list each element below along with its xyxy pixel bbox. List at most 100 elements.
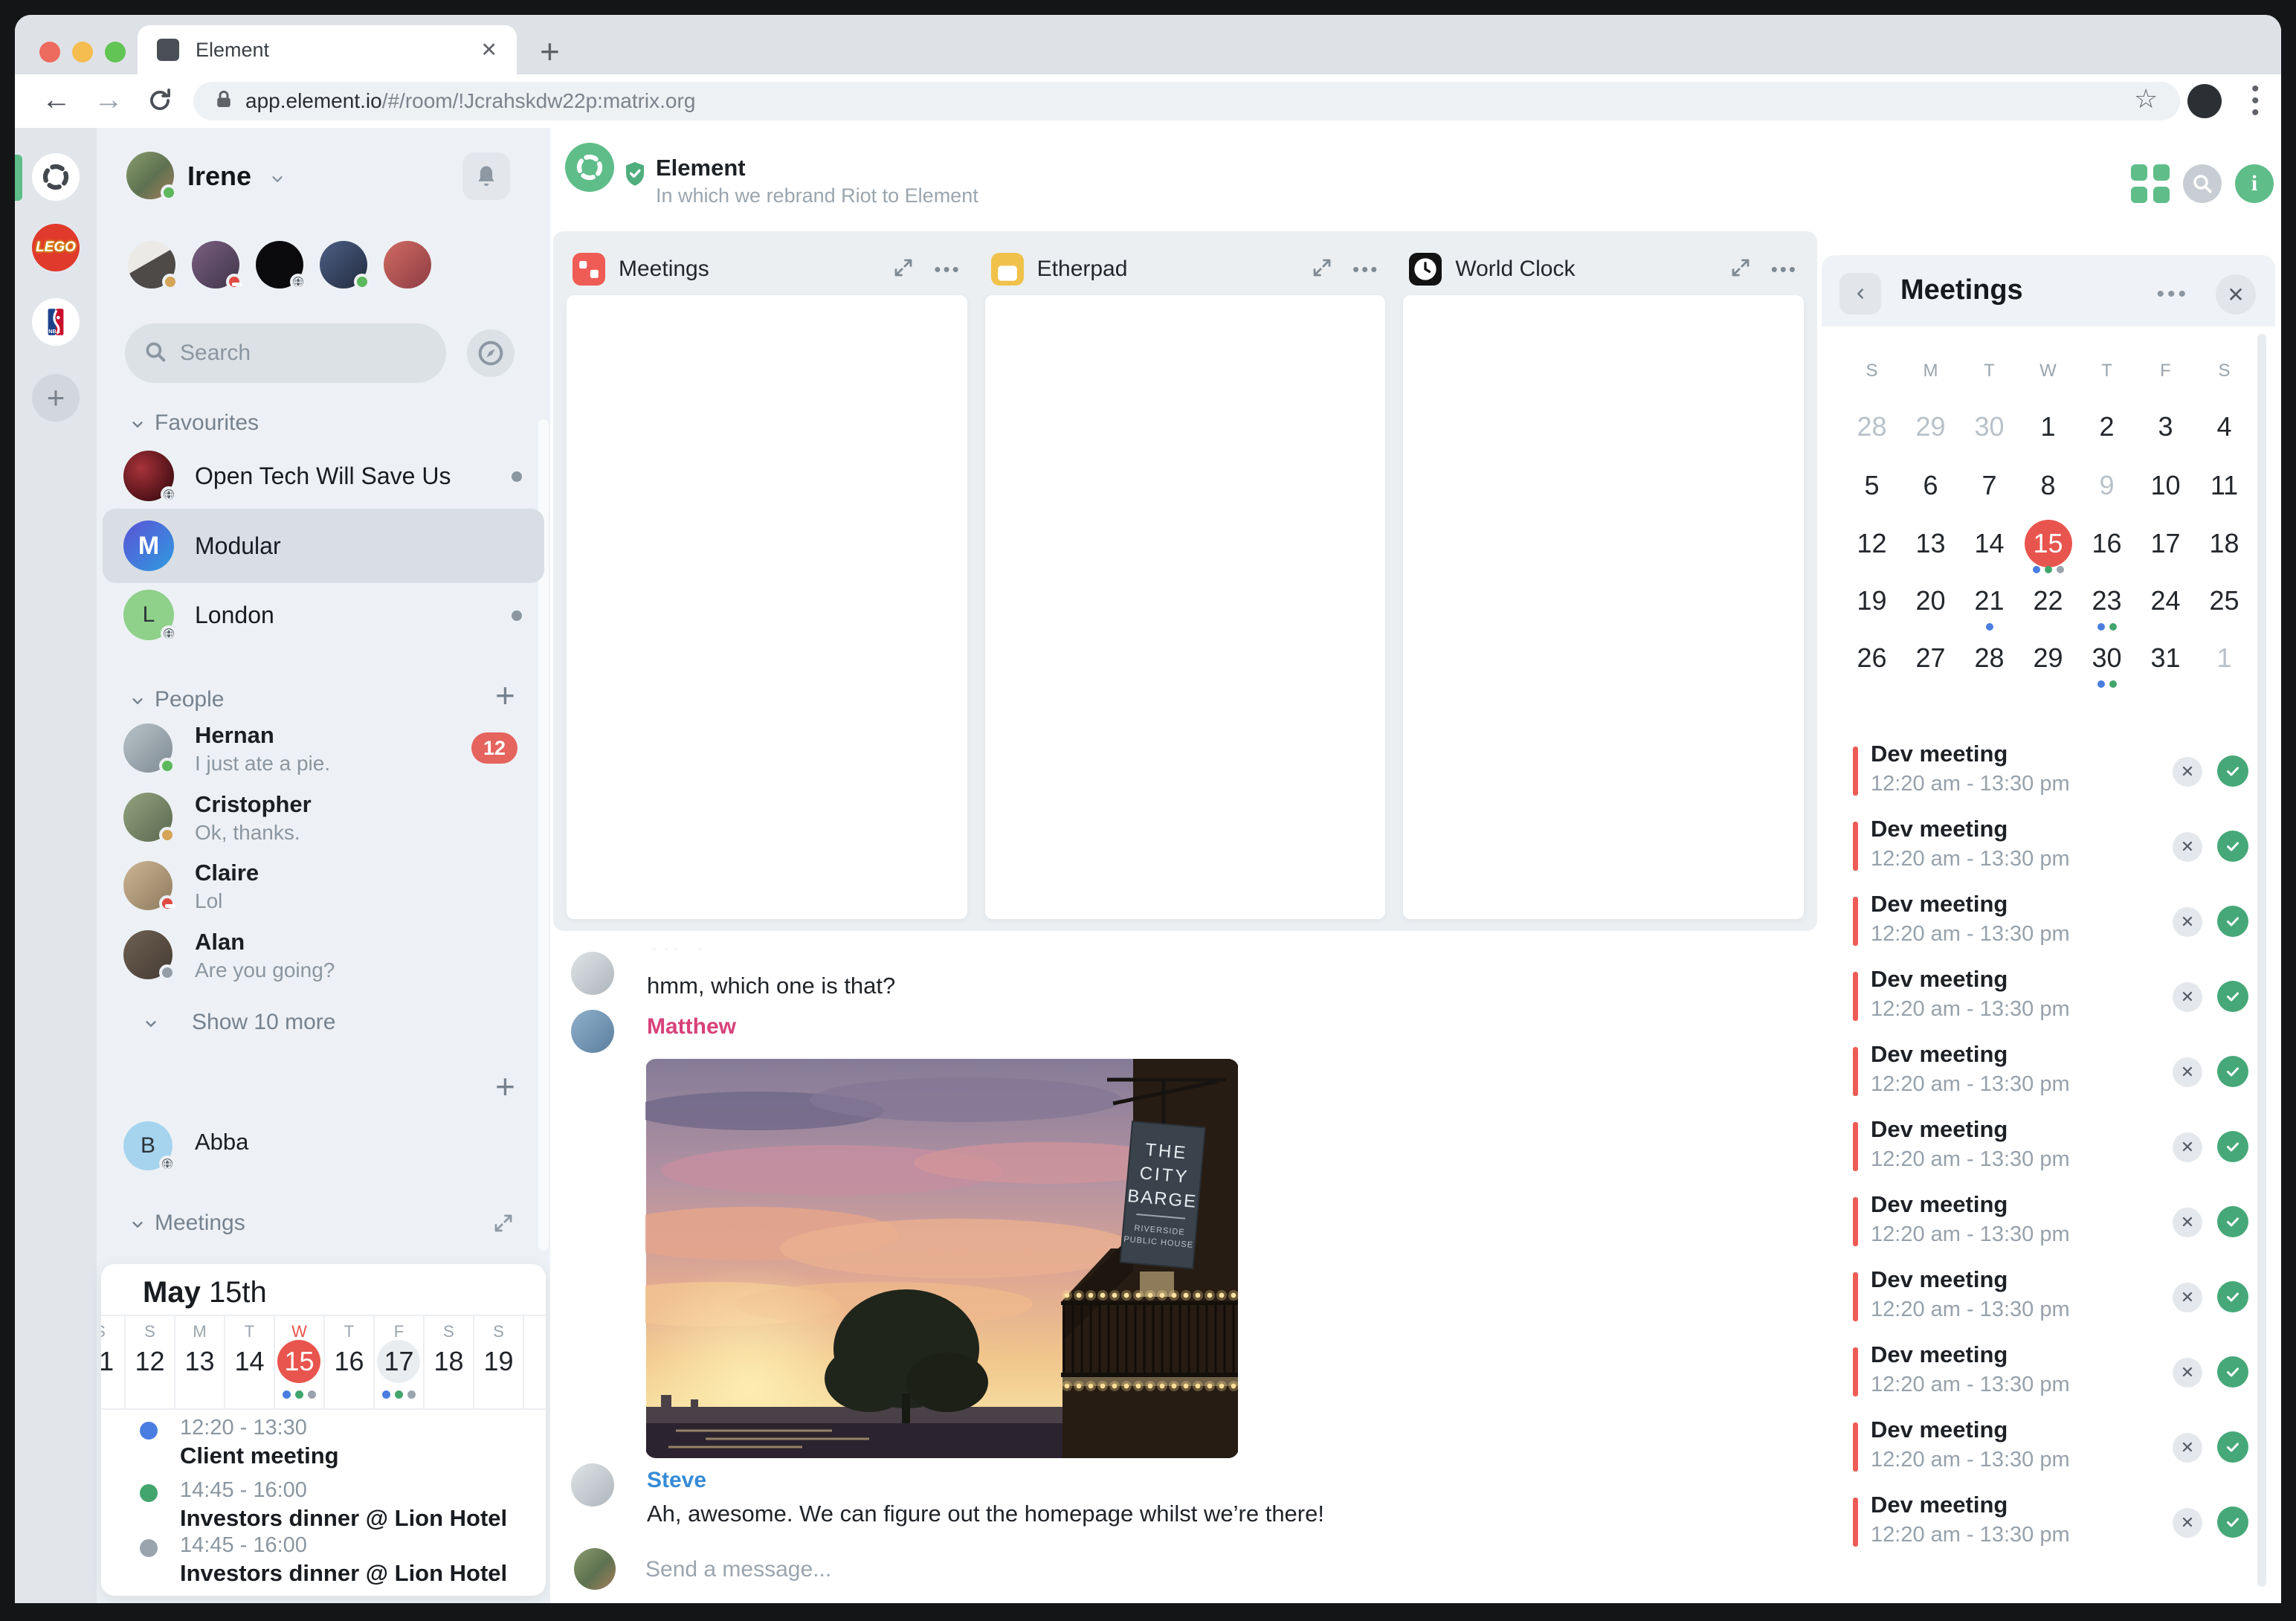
calendar-day-cell[interactable]: 4 <box>2195 397 2254 456</box>
calendar-day-cell[interactable]: 24 <box>2136 571 2195 630</box>
calendar-day-cell[interactable]: 15 <box>2019 514 2077 573</box>
apps-grid-button[interactable] <box>2131 164 2170 203</box>
panel-close-button[interactable]: ✕ <box>2216 274 2256 315</box>
widget-menu-icon[interactable]: ••• <box>1352 258 1379 281</box>
calendar-day-cell[interactable]: 28 <box>1960 628 2019 687</box>
accept-meeting-button[interactable] <box>2217 831 2248 862</box>
bookmark-star-icon[interactable]: ☆ <box>2134 83 2158 115</box>
calendar-strip-day[interactable]: S 12 <box>126 1316 175 1408</box>
calendar-strip-day[interactable]: W 15 <box>275 1316 325 1408</box>
widget-header[interactable]: World Clock ••• <box>1403 243 1804 295</box>
accept-meeting-button[interactable] <box>2217 1206 2248 1237</box>
widget-content-panel[interactable] <box>984 295 1386 919</box>
presence-avatar[interactable] <box>384 241 431 289</box>
calendar-day-cell[interactable]: 29 <box>2019 628 2077 687</box>
avatar[interactable] <box>571 952 614 995</box>
calendar-day-cell[interactable]: 21 <box>1960 571 2019 631</box>
widget-expand-icon[interactable] <box>1311 257 1333 283</box>
calendar-day-cell[interactable]: 20 <box>1901 571 1960 630</box>
decline-meeting-button[interactable]: ✕ <box>2173 832 2202 862</box>
calendar-day-cell[interactable]: 8 <box>2019 456 2077 515</box>
calendar-day-cell[interactable]: 13 <box>1901 514 1960 573</box>
panel-scrollbar[interactable] <box>2257 334 2266 1587</box>
room-info-button[interactable]: i <box>2235 164 2274 203</box>
panel-menu-icon[interactable]: ••• <box>2156 282 2189 307</box>
accept-meeting-button[interactable] <box>2217 755 2248 787</box>
calendar-day-cell[interactable]: 12 <box>1842 514 1901 573</box>
maximize-window-button[interactable] <box>105 42 126 62</box>
accept-meeting-button[interactable] <box>2217 981 2248 1012</box>
room-avatar[interactable] <box>565 143 614 192</box>
back-button[interactable]: ← <box>42 83 71 117</box>
browser-tab[interactable]: Element ✕ <box>138 25 517 74</box>
calendar-day-cell[interactable]: 19 <box>1842 571 1901 630</box>
new-tab-button[interactable]: + <box>540 31 560 71</box>
calendar-day-cell[interactable]: 18 <box>2195 514 2254 573</box>
favourites-section-header[interactable]: Favourites <box>97 410 550 436</box>
calendar-day-cell[interactable]: 31 <box>2136 628 2195 687</box>
tab-close-icon[interactable]: ✕ <box>480 39 497 62</box>
add-room-button[interactable]: + <box>495 1066 515 1106</box>
decline-meeting-button[interactable]: ✕ <box>2173 1283 2202 1312</box>
calendar-day-cell[interactable]: 11 <box>2195 456 2254 515</box>
room-list-item[interactable]: M Modular <box>103 509 544 583</box>
calendar-day-cell[interactable]: 14 <box>1960 514 2019 573</box>
calendar-day-cell[interactable]: 5 <box>1842 456 1901 515</box>
decline-meeting-button[interactable]: ✕ <box>2173 982 2202 1012</box>
calendar-day-cell[interactable]: 7 <box>1960 456 2019 515</box>
explore-button[interactable] <box>467 329 515 377</box>
people-list-item[interactable]: Cristopher Ok, thanks. <box>103 788 544 857</box>
calendar-day-cell[interactable]: 25 <box>2195 571 2254 630</box>
composer-input[interactable]: Send a message... <box>645 1557 831 1582</box>
accept-meeting-button[interactable] <box>2217 906 2248 937</box>
calendar-day-cell[interactable]: 29 <box>1901 397 1960 456</box>
sender-name[interactable]: Matthew <box>647 1014 736 1040</box>
calendar-strip-day[interactable]: S 18 <box>425 1316 474 1408</box>
widget-menu-icon[interactable]: ••• <box>934 258 961 281</box>
browser-menu-icon[interactable]: • • • <box>2251 78 2260 124</box>
calendar-day-cell[interactable]: 3 <box>2136 397 2195 456</box>
room-list-item[interactable]: B Abba <box>103 1117 544 1186</box>
avatar[interactable] <box>571 1010 614 1053</box>
calendar-day-cell[interactable]: 22 <box>2019 571 2077 630</box>
calendar-strip-day[interactable]: M 13 <box>175 1316 225 1408</box>
calendar-day-cell[interactable]: 27 <box>1901 628 1960 687</box>
decline-meeting-button[interactable]: ✕ <box>2173 1508 2202 1538</box>
calendar-strip-day[interactable]: S 19 <box>474 1316 524 1408</box>
space-nba[interactable]: NBA <box>32 298 80 346</box>
calendar-day-cell[interactable]: 30 <box>1960 397 2019 456</box>
mini-event[interactable]: 14:45 - 16:00 Investors dinner @ Lion Hot… <box>101 1533 546 1593</box>
calendar-strip-day[interactable]: T 16 <box>325 1316 375 1408</box>
meetings-section-header[interactable]: Meetings <box>97 1211 550 1236</box>
message-image-city-barge[interactable]: THE CITY BARGE RIVERSIDE PUBLIC HOUSE <box>645 1059 1239 1458</box>
decline-meeting-button[interactable]: ✕ <box>2173 1433 2202 1463</box>
room-search-button[interactable] <box>2183 164 2222 203</box>
accept-meeting-button[interactable] <box>2217 1131 2248 1162</box>
user-menu-chevron-icon[interactable] <box>269 171 286 191</box>
presence-avatar[interactable] <box>128 241 178 290</box>
accept-meeting-button[interactable] <box>2217 1356 2248 1388</box>
people-list-item[interactable]: Alan Are you going? <box>103 926 544 995</box>
calendar-strip-day[interactable]: F 17 <box>375 1316 425 1408</box>
calendar-day-cell[interactable]: 10 <box>2136 456 2195 515</box>
decline-meeting-button[interactable]: ✕ <box>2173 757 2202 787</box>
minimize-window-button[interactable] <box>72 42 93 62</box>
accept-meeting-button[interactable] <box>2217 1506 2248 1538</box>
forward-button[interactable]: → <box>94 83 123 117</box>
widget-expand-icon[interactable] <box>892 257 915 283</box>
mini-calendar-day-strip[interactable]: S11S12M13T14W15T16F17S18S19 <box>101 1315 546 1410</box>
calendar-day-cell[interactable]: 1 <box>2019 397 2077 456</box>
calendar-day-cell[interactable]: 9 <box>2077 456 2136 515</box>
people-list-item[interactable]: Hernan I just ate a pie. 12 <box>103 719 544 788</box>
widget-menu-icon[interactable]: ••• <box>1771 258 1798 281</box>
calendar-day-cell[interactable]: 23 <box>2077 571 2136 631</box>
accept-meeting-button[interactable] <box>2217 1281 2248 1312</box>
decline-meeting-button[interactable]: ✕ <box>2173 1132 2202 1162</box>
calendar-day-cell[interactable]: 6 <box>1901 456 1960 515</box>
calendar-day-cell[interactable]: 30 <box>2077 628 2136 688</box>
calendar-day-cell[interactable]: 2 <box>2077 397 2136 456</box>
presence-avatar[interactable] <box>256 241 306 290</box>
decline-meeting-button[interactable]: ✕ <box>2173 907 2202 937</box>
mini-event[interactable]: 14:45 - 16:00 Investors dinner @ Lion Hot… <box>101 1478 546 1538</box>
calendar-day-cell[interactable]: 16 <box>2077 514 2136 573</box>
